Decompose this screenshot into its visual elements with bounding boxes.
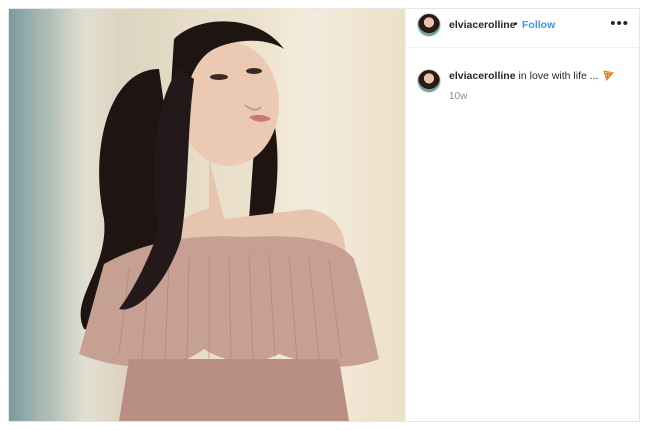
post-header: elviacerolline • Follow ••• — [406, 9, 639, 48]
caption-avatar[interactable] — [417, 69, 441, 93]
caption-text-line: elviacerolline in love with life ... — [449, 69, 615, 85]
post-timestamp[interactable]: 10w — [449, 91, 467, 102]
separator-dot: • — [514, 19, 518, 30]
pizza-icon — [603, 70, 615, 85]
header-username[interactable]: elviacerolline — [449, 19, 516, 31]
post-photo[interactable] — [9, 9, 405, 421]
woman-portrait-illustration — [49, 9, 405, 421]
post-sidebar: elviacerolline • Follow ••• elviacerolli… — [405, 9, 639, 421]
caption-text: in love with life ... — [518, 70, 599, 82]
ellipsis-icon[interactable]: ••• — [610, 15, 629, 32]
avatar[interactable] — [417, 13, 441, 37]
instagram-post: elviacerolline • Follow ••• elviacerolli… — [8, 8, 640, 422]
caption-username[interactable]: elviacerolline — [449, 70, 516, 82]
follow-button[interactable]: Follow — [522, 19, 555, 31]
